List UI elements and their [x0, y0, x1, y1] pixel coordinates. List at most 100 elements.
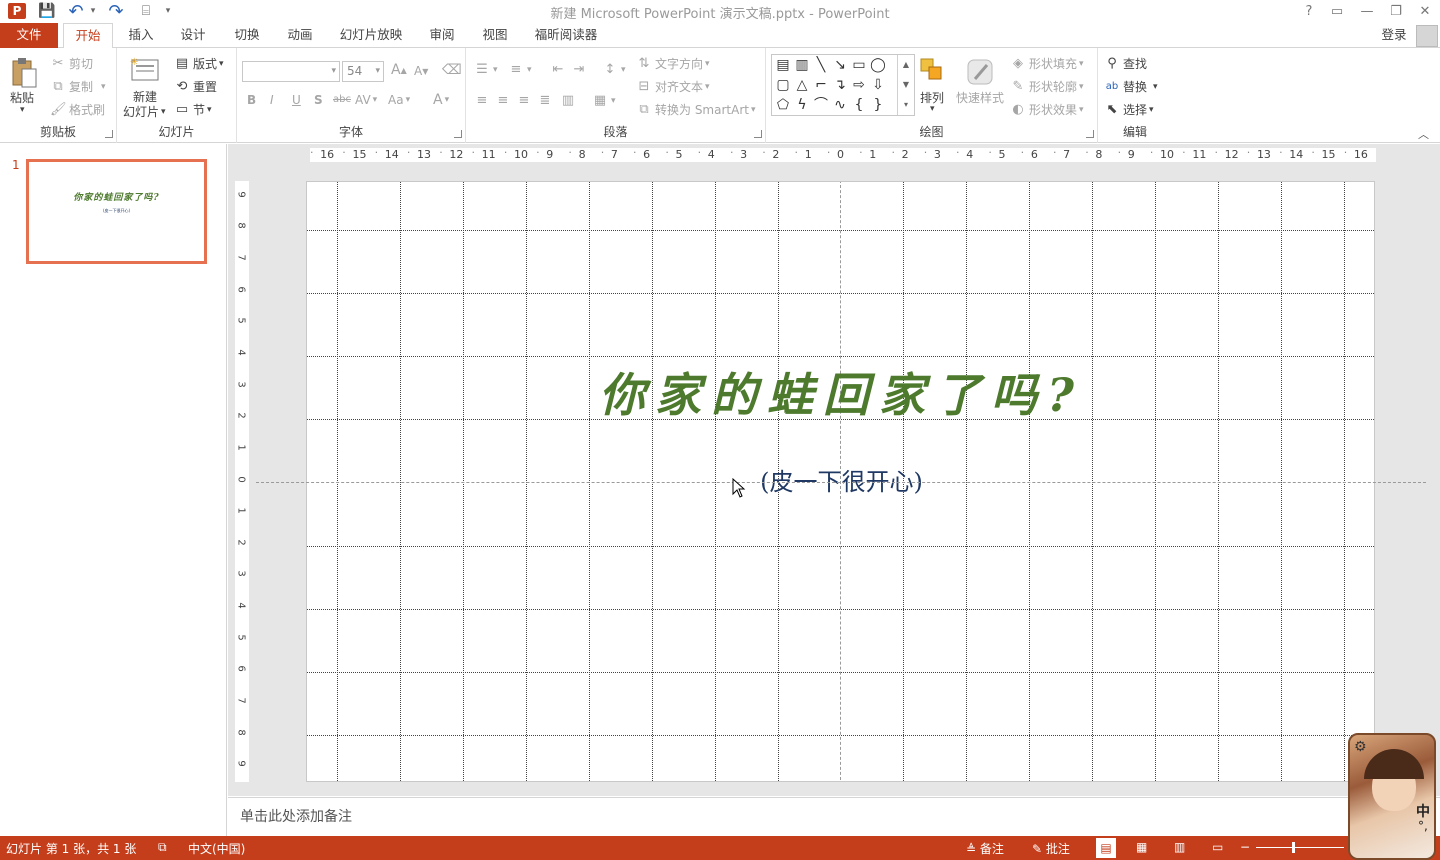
shape-fill-button[interactable]: ◈ 形状填充 ▾ — [1010, 55, 1084, 72]
italic-button[interactable]: I — [270, 93, 274, 107]
signin-link[interactable]: 登录 — [1376, 23, 1412, 48]
paragraph-launcher-icon[interactable] — [754, 130, 762, 138]
character-spacing-button[interactable]: AV ▾ — [355, 93, 377, 107]
font-color-button[interactable]: A ▾ — [433, 92, 449, 108]
horizontal-guide[interactable] — [256, 482, 1426, 483]
tab-view[interactable]: 视图 — [472, 23, 518, 48]
underline-button[interactable]: U — [292, 93, 301, 107]
elbow-arrow-shape-icon[interactable]: ↴ — [831, 76, 849, 94]
grow-font-button[interactable]: A ▲ — [391, 62, 407, 78]
justify-button[interactable]: ≣ — [537, 93, 556, 109]
tab-slideshow[interactable]: 幻灯片放映 — [332, 23, 410, 48]
font-size-combo[interactable]: 54 — [342, 61, 384, 82]
decrease-indent-button[interactable]: ⇤ — [550, 62, 569, 78]
save-icon[interactable]: 💾 — [36, 1, 58, 21]
clear-formatting-button[interactable]: ⌫ — [442, 62, 462, 78]
undo-dropdown-icon[interactable]: ▾ — [88, 1, 98, 21]
new-slide-icon[interactable]: ✳ — [129, 54, 161, 86]
layout-button[interactable]: ▤ 版式 ▾ — [174, 55, 224, 72]
maximize-button[interactable]: ❐ — [1381, 0, 1411, 22]
arc-shape-icon[interactable]: ⌒ — [812, 96, 830, 114]
vertical-textbox-shape-icon[interactable]: ▥ — [793, 56, 811, 74]
customize-toolbar-icon[interactable]: ▾ — [162, 1, 174, 21]
undo-icon[interactable]: ↶ — [64, 1, 88, 22]
font-name-combo[interactable] — [242, 61, 340, 82]
convert-smartart-button[interactable]: ⧉ 转换为 SmartArt ▾ — [636, 101, 755, 118]
rectangle-shape-icon[interactable]: ▭ — [850, 56, 868, 74]
copy-button[interactable]: ⧉ 复制 ▾ — [50, 78, 105, 95]
tab-transitions[interactable]: 切换 — [224, 23, 270, 48]
arrange-dropdown-icon[interactable]: ▾ — [930, 104, 935, 114]
new-slide-dropdown[interactable]: 幻灯片 ▾ — [123, 103, 166, 120]
replace-button[interactable]: ab 替换 ▾ — [1104, 78, 1158, 95]
shape-outline-button[interactable]: ✎ 形状轮廓 ▾ — [1010, 78, 1084, 95]
increase-indent-button[interactable]: ⇥ — [571, 62, 590, 78]
shape-effects-button[interactable]: ◐ 形状效果 ▾ — [1010, 101, 1083, 118]
tab-animations[interactable]: 动画 — [277, 23, 323, 48]
slide-title[interactable]: 你家的蛙回家了吗? — [307, 359, 1374, 425]
elbow-connector-shape-icon[interactable]: ⌐ — [812, 76, 830, 94]
tab-insert[interactable]: 插入 — [118, 23, 164, 48]
paste-icon[interactable] — [8, 56, 40, 90]
align-left-button[interactable]: ≡ — [474, 93, 493, 109]
tab-design[interactable]: 设计 — [170, 23, 216, 48]
shrink-font-button[interactable]: A ▼ — [414, 64, 428, 78]
settings-gear-icon[interactable]: ⚙ — [1354, 739, 1367, 755]
user-avatar-icon[interactable] — [1416, 25, 1438, 47]
clipboard-launcher-icon[interactable] — [105, 130, 113, 138]
paste-dropdown-icon[interactable]: ▾ — [20, 105, 25, 115]
align-right-button[interactable]: ≡ — [516, 93, 535, 109]
drawing-launcher-icon[interactable] — [1086, 130, 1094, 138]
start-from-beginning-icon[interactable]: ⌸ — [134, 1, 158, 21]
normal-view-button[interactable]: ▤ — [1096, 838, 1116, 858]
zoom-slider-track[interactable] — [1256, 847, 1344, 848]
distributed-button[interactable]: ▥ — [560, 93, 579, 109]
arrange-icon[interactable] — [918, 56, 948, 86]
slide-subtitle[interactable]: (皮一下很开心) — [307, 462, 1374, 497]
section-button[interactable]: ▭ 节 ▾ — [174, 101, 212, 118]
help-button[interactable]: ? — [1294, 0, 1324, 22]
strikethrough-button[interactable]: abc — [333, 94, 351, 105]
redo-icon[interactable]: ↷ — [104, 1, 128, 22]
align-center-button[interactable]: ≡ — [495, 93, 514, 109]
curve-shape-icon[interactable]: ∿ — [831, 96, 849, 114]
columns-button[interactable]: ▦ ▾ — [592, 93, 616, 109]
language-status[interactable]: 中文(中国) — [188, 840, 245, 857]
notes-pane[interactable]: 单击此处添加备注 — [228, 797, 1440, 836]
tab-foxit-reader[interactable]: 福昕阅读器 — [526, 23, 606, 48]
quick-styles-icon[interactable] — [964, 56, 996, 88]
slideshow-view-button[interactable]: ▭ — [1212, 840, 1223, 854]
shadow-button[interactable]: S — [314, 93, 323, 107]
comments-toggle-button[interactable]: ✎ 批注 — [1032, 840, 1070, 857]
line-spacing-button[interactable]: ↕ ▾ — [602, 62, 626, 78]
reading-view-button[interactable]: ▥ — [1174, 840, 1185, 854]
tab-home[interactable]: 开始 — [63, 23, 113, 49]
triangle-shape-icon[interactable]: △ — [793, 76, 811, 94]
textbox-shape-icon[interactable]: ▤ — [774, 56, 792, 74]
ime-mode-label[interactable]: 中 — [1416, 801, 1430, 821]
text-direction-button[interactable]: ⇅ 文字方向 ▾ — [636, 55, 710, 72]
minimize-button[interactable]: — — [1352, 0, 1382, 22]
slide-thumbnail[interactable]: 你家的蛙回家了吗? (皮一下很开心) — [26, 159, 207, 264]
right-brace-shape-icon[interactable]: } — [869, 96, 887, 114]
select-button[interactable]: ⬉ 选择 ▾ — [1104, 101, 1154, 118]
left-brace-shape-icon[interactable]: { — [850, 96, 868, 114]
zoom-slider-thumb[interactable] — [1292, 842, 1295, 853]
down-arrow-shape-icon[interactable]: ⇩ — [869, 76, 887, 94]
line-shape-icon[interactable]: ╲ — [812, 56, 830, 74]
paste-button[interactable]: 粘贴 — [10, 89, 34, 106]
cut-button[interactable]: ✂ 剪切 — [50, 55, 93, 72]
reset-button[interactable]: ⟲ 重置 — [174, 78, 217, 95]
shapes-gallery[interactable]: ▤ ▥ ╲ ↘ ▭ ◯ ▢ △ ⌐ ↴ ⇨ ⇩ ⬠ ϟ ⌒ ∿ { } ▲ ▼ ▾ — [771, 54, 915, 116]
rounded-rect-shape-icon[interactable]: ▢ — [774, 76, 792, 94]
quick-styles-button[interactable]: 快速样式 — [956, 89, 1004, 106]
zoom-out-button[interactable]: − — [1240, 840, 1250, 854]
ribbon-display-options-button[interactable]: ▭ — [1322, 0, 1352, 22]
align-text-button[interactable]: ⊟ 对齐文本 ▾ — [636, 78, 710, 95]
oval-shape-icon[interactable]: ◯ — [869, 56, 887, 74]
tab-review[interactable]: 审阅 — [419, 23, 465, 48]
bullets-button[interactable]: ☰ ▾ — [474, 62, 497, 78]
ime-avatar-widget[interactable]: ⚙ 中 °, — [1348, 733, 1436, 860]
close-button[interactable]: ✕ — [1410, 0, 1440, 22]
slide-sorter-view-button[interactable]: ▦ — [1136, 840, 1147, 854]
